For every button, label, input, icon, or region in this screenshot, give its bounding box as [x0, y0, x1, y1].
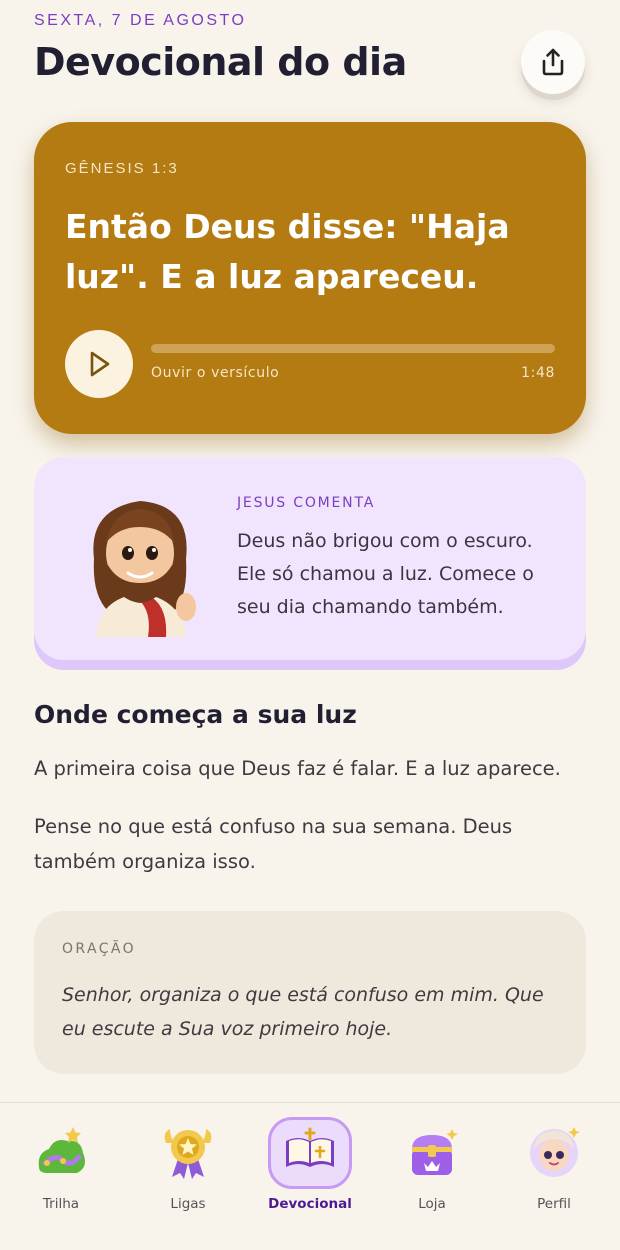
trail-icon: [38, 1127, 85, 1173]
play-icon: [90, 351, 110, 377]
nav-item-ligas[interactable]: Ligas: [138, 1123, 238, 1223]
date-label: SEXTA, 7 DE AGOSTO: [34, 12, 247, 29]
nav-label: Devocional: [268, 1196, 352, 1212]
nav-item-trilha[interactable]: Trilha: [11, 1123, 111, 1223]
nav-label: Ligas: [170, 1196, 206, 1212]
jesus-comment-card: JESUS COMENTA Deus não brigou com o escu…: [34, 457, 586, 660]
nav-label: Trilha: [42, 1196, 80, 1212]
verse-reference: GÊNESIS 1:3: [65, 160, 179, 177]
reflection-paragraph: Pense no que está confuso na sua semana.…: [34, 815, 513, 873]
page-title: Devocional do dia: [34, 40, 407, 84]
nav-item-devocional[interactable]: Devocional: [260, 1117, 360, 1223]
nav-label: Perfil: [537, 1196, 571, 1212]
nav-label: Loja: [418, 1196, 446, 1212]
prayer-label: ORAÇÃO: [62, 941, 137, 957]
share-button[interactable]: [521, 30, 585, 94]
prayer-card: ORAÇÃO Senhor, organiza o que está confu…: [34, 911, 586, 1074]
reflection-paragraph: A primeira coisa que Deus faz é falar. E…: [34, 757, 561, 780]
play-button[interactable]: [65, 330, 133, 398]
profile-icon: [530, 1127, 580, 1177]
section-title: Onde começa a sua luz: [34, 700, 357, 729]
jesus-avatar-icon: [93, 501, 196, 637]
audio-duration: 1:48: [521, 365, 555, 381]
prayer-text: Senhor, organiza o que está confuso em m…: [62, 984, 544, 1040]
comment-text: Deus não brigou com o escuro. Ele só cha…: [237, 530, 534, 618]
audio-label: Ouvir o versículo: [151, 365, 280, 381]
nav-item-perfil[interactable]: Perfil: [504, 1123, 604, 1223]
share-icon: [542, 48, 564, 76]
verse-text: Então Deus disse: "Haja luz". E a luz ap…: [65, 207, 510, 296]
chest-icon: [412, 1129, 458, 1175]
bible-icon: [286, 1127, 334, 1167]
nav-item-loja[interactable]: Loja: [382, 1123, 482, 1223]
verse-card: GÊNESIS 1:3 Então Deus disse: "Haja luz"…: [34, 122, 586, 434]
comment-label: JESUS COMENTA: [237, 495, 376, 511]
bottom-nav: Trilha Ligas Devocional Loja Perfil: [0, 1102, 620, 1250]
medal-icon: [164, 1129, 212, 1179]
audio-progress-bar[interactable]: [151, 344, 555, 353]
